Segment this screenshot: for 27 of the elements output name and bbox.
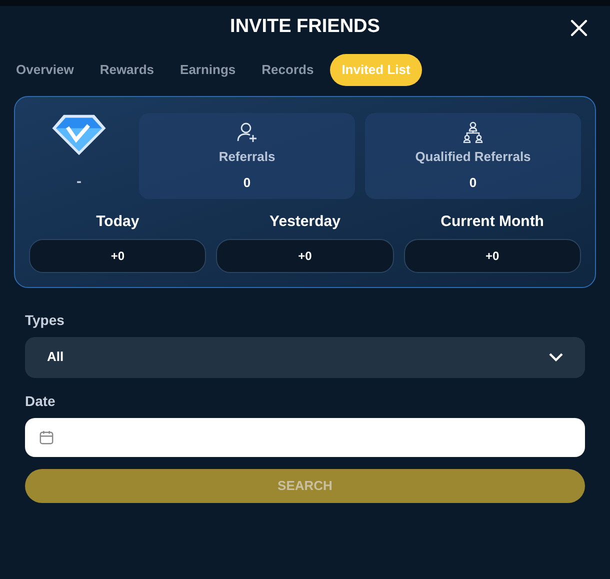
rank-label: - <box>76 172 82 192</box>
diamond-icon <box>50 113 108 157</box>
tab[interactable]: Rewards <box>90 54 164 86</box>
stat-value: 0 <box>243 174 251 192</box>
tab[interactable]: Records <box>252 54 324 86</box>
period-label: Current Month <box>440 212 544 232</box>
date-field[interactable] <box>25 418 585 456</box>
period-value: +0 <box>404 238 581 272</box>
tab[interactable]: Earnings <box>170 54 246 86</box>
add-user-icon <box>236 121 258 143</box>
close-icon[interactable] <box>570 19 588 37</box>
period-value: +0 <box>216 238 394 272</box>
period-label: Today <box>96 212 140 232</box>
calendar-icon <box>39 430 54 444</box>
field-label: Date <box>25 392 56 410</box>
tab[interactable]: Overview <box>6 54 84 86</box>
stat-label: Qualified Referrals <box>415 148 531 166</box>
period-value: +0 <box>29 238 206 272</box>
period-label: Yesterday <box>270 212 340 232</box>
window-title: INVITE FRIENDS <box>230 14 380 39</box>
types-dropdown[interactable]: All <box>25 336 585 378</box>
stat-label: Referrals <box>218 148 276 166</box>
chevron-down-icon <box>549 352 563 362</box>
stat-value: 0 <box>469 174 477 192</box>
user-hierarchy-icon <box>462 121 484 143</box>
field-label: Types <box>25 310 66 330</box>
dropdown-value: All <box>47 348 64 366</box>
